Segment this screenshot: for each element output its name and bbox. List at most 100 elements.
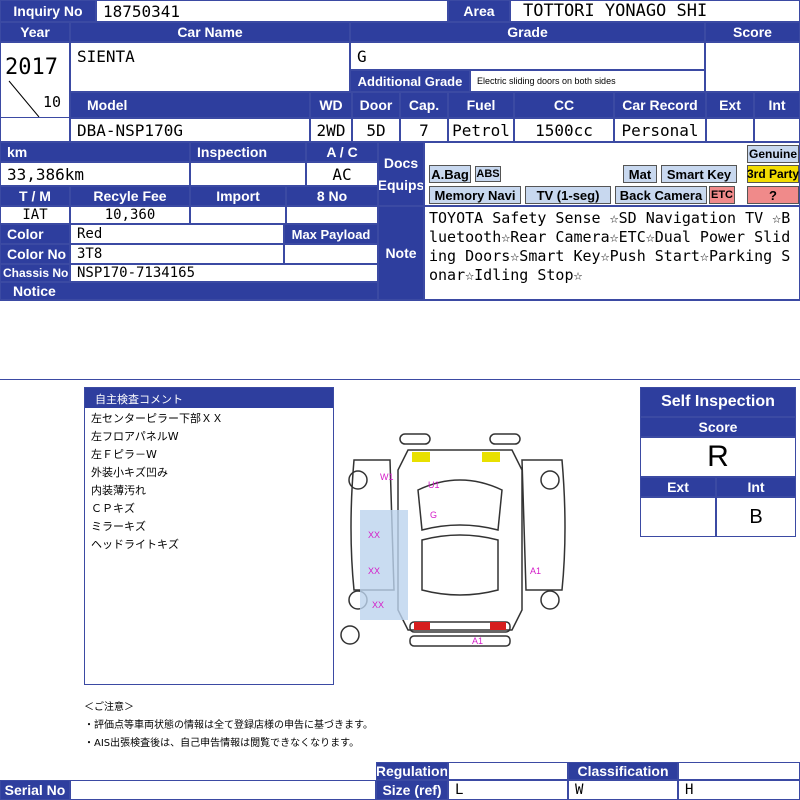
year-value: 2017 xyxy=(5,55,58,80)
serial-label: Serial No xyxy=(0,780,70,800)
size-h: H xyxy=(678,780,800,800)
tm-label: T / M xyxy=(0,186,70,206)
damage-taillight-left xyxy=(414,622,430,630)
comment-line: 左フロアパネルW xyxy=(91,430,179,443)
fuel-value: Petrol xyxy=(448,118,514,142)
wheel-rear-right xyxy=(540,590,560,610)
cc-label: CC xyxy=(514,92,614,118)
inspection-value xyxy=(190,162,306,186)
equips-label: Equips xyxy=(378,177,424,193)
classification-value xyxy=(678,762,800,780)
import-label: Import xyxy=(190,186,286,206)
recycle-label: Recyle Fee xyxy=(70,186,190,206)
record-label: Car Record xyxy=(614,92,706,118)
front-bumper-left xyxy=(399,433,431,445)
cc-value: 1500cc xyxy=(514,118,614,142)
comment-line: 左Ｆピラ－W xyxy=(91,448,157,461)
model-label: Model xyxy=(70,92,310,118)
tm-value: IAT xyxy=(0,206,70,224)
docs-equips-label: Docs Equips xyxy=(378,142,424,206)
grade-label: Grade xyxy=(350,22,705,42)
damage-mark: G xyxy=(430,510,438,520)
notice-label: Notice xyxy=(0,282,378,300)
self-ext-label: Ext xyxy=(640,477,716,497)
self-int-value: B xyxy=(716,497,796,537)
score-value xyxy=(705,42,800,92)
caution-line-1: ・評価点等車両状態の情報は全て登録店様の申告に基づきます。 xyxy=(84,720,373,731)
notice-value xyxy=(0,300,800,380)
damage-mark: U1 xyxy=(428,480,440,490)
thirdparty-badge: 3rd Party xyxy=(746,165,800,183)
damage-mark: XX xyxy=(372,600,385,610)
serial-value xyxy=(70,780,376,800)
inquiry-label: Inquiry No xyxy=(0,0,96,22)
area-label: Area xyxy=(448,0,510,22)
model-value: DBA-NSP170G xyxy=(70,118,310,142)
genuine-badge: Genuine xyxy=(747,145,799,163)
ext-label: Ext xyxy=(706,92,754,118)
damage-taillight-right xyxy=(490,622,506,630)
km-value: 33,386km xyxy=(0,162,190,186)
recycle-value: 10,360 xyxy=(70,206,190,224)
caution-title: ＜ご注意＞ xyxy=(84,702,134,713)
comment-line: ヘッドライトキズ xyxy=(91,538,179,551)
wheel-front-left xyxy=(348,470,368,490)
self-int-label: Int xyxy=(716,477,796,497)
inquiry-value: 18750341 xyxy=(96,0,448,22)
comment-line: 左センターピラー下部ＸＸ xyxy=(91,412,223,425)
eightno-value xyxy=(286,206,378,224)
addgrade-value: Electric sliding doors on both sides xyxy=(470,70,705,92)
caution-line-2: ・AIS出張検査後は、自己申告情報は閲覧できなくなります。 xyxy=(84,738,360,749)
question-badge: ? xyxy=(747,186,799,204)
door-value: 5D xyxy=(352,118,400,142)
regulation-value xyxy=(448,762,568,780)
record-value: Personal xyxy=(614,118,706,142)
comment-line: ミラーキズ xyxy=(91,520,146,533)
wd-label: WD xyxy=(310,92,352,118)
docs-label: Docs xyxy=(383,155,419,171)
area-value: TOTTORI YONAGO SHI xyxy=(510,0,800,22)
import-value xyxy=(190,206,286,224)
self-score-value: R xyxy=(640,437,796,477)
carname-value: SIENTA xyxy=(70,42,350,92)
comment-line: 外装小キズ凹み xyxy=(91,466,168,479)
spare-wheel xyxy=(340,625,360,645)
comment-box: 自主検査コメント 左センターピラー下部ＸＸ 左フロアパネルW 左Ｆピラ－W 外装… xyxy=(84,387,334,685)
colorno-label: Color No xyxy=(0,244,70,264)
comment-line: 内装薄汚れ xyxy=(91,484,146,497)
roof xyxy=(421,534,499,596)
km-label: km xyxy=(0,142,190,162)
regulation-label: Regulation xyxy=(376,762,448,780)
self-inspection-title: Self Inspection xyxy=(640,387,796,417)
ext-value xyxy=(706,118,754,142)
int-value xyxy=(754,118,800,142)
self-score-label: Score xyxy=(640,417,796,437)
comment-title: 自主検査コメント xyxy=(85,388,333,408)
car-body-outline xyxy=(397,449,523,631)
colorno-value: 3T8 xyxy=(70,244,284,264)
chassis-value: NSP170-7134165 xyxy=(70,264,378,282)
month-value: 10 xyxy=(43,93,62,111)
wheel-front-right xyxy=(540,470,560,490)
damage-mark: XX xyxy=(368,530,381,540)
cap-value: 7 xyxy=(400,118,448,142)
size-label: Size (ref) xyxy=(376,780,448,800)
maxpayload-label: Max Payload xyxy=(284,224,378,244)
carname-label: Car Name xyxy=(70,22,350,42)
damage-headlight-left xyxy=(412,452,430,462)
damage-mark: A1 xyxy=(472,636,484,646)
smartkey-badge: Smart Key xyxy=(661,165,737,183)
rear-bumper-lower xyxy=(409,635,511,647)
wd-value: 2WD xyxy=(310,118,352,142)
maxpayload-value xyxy=(284,244,378,264)
size-l: L xyxy=(448,780,568,800)
classification-label: Classification xyxy=(568,762,678,780)
etc-badge: ETC xyxy=(709,186,735,204)
score-label: Score xyxy=(705,22,800,42)
color-label: Color xyxy=(0,224,70,244)
ac-label: A / C xyxy=(306,142,378,162)
grade-value: G xyxy=(350,42,705,70)
damage-mark: W1 xyxy=(380,472,394,482)
color-value: Red xyxy=(70,224,284,244)
equipment-panel: A.Bag ABS Mat Smart Key Genuine 3rd Part… xyxy=(424,142,800,206)
